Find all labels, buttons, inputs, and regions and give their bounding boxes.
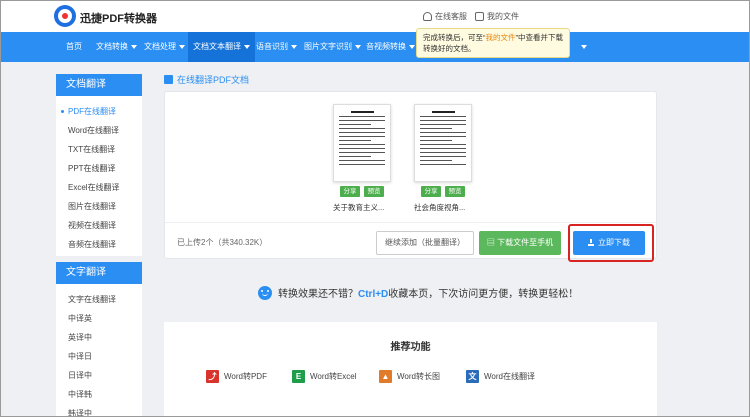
file-thumbnail[interactable] (414, 104, 472, 182)
online-service-label: 在线客服 (435, 12, 467, 21)
file-card: 分享 预览 关于教育主义... (333, 104, 391, 213)
headset-icon (423, 12, 432, 21)
recommend-word-to-image[interactable]: ▲ Word转长图 (379, 370, 440, 383)
divider (165, 222, 656, 223)
file-card: 分享 预览 社会角度视角... (414, 104, 472, 213)
sidebar-item-ko-zh[interactable]: 韩译中 (56, 404, 142, 417)
sidebar-item-ppt[interactable]: PPT在线翻译 (56, 159, 142, 178)
sidebar-item-video[interactable]: 视频在线翻译 (56, 216, 142, 235)
sidebar-item-en-zh[interactable]: 英译中 (56, 328, 142, 347)
online-service-link[interactable]: 在线客服 (423, 11, 467, 22)
recommend-title: 推荐功能 (390, 342, 431, 353)
page-title: 在线翻译PDF文档 (164, 73, 249, 86)
upload-summary: 已上传2个（共340.32K） (177, 238, 268, 247)
file-name: 社会角度视角... (414, 203, 466, 212)
recommend-word-translate[interactable]: 文 Word在线翻译 (466, 370, 535, 383)
sidebar-item-zh-ko[interactable]: 中译韩 (56, 385, 142, 404)
sidebar-item-word[interactable]: Word在线翻译 (56, 121, 142, 140)
my-files-link[interactable]: 我的文件 (475, 11, 519, 22)
pdf-icon: ⤴ (206, 370, 219, 383)
download-to-phone-button[interactable]: ▤ 下载文件至手机 (479, 231, 561, 255)
my-files-tooltip: 完成转换后，可至“我的文件”中查看并下载 转换好的文档。 (416, 28, 570, 58)
chevron-down-icon (131, 44, 137, 49)
excel-icon: E (292, 370, 305, 383)
nav-av-convert[interactable]: 音视频转换 (366, 32, 415, 62)
sidebar-heading-text: 文字翻译 (56, 262, 142, 284)
share-button[interactable]: 分享 (421, 186, 441, 197)
phone-icon: ▤ (486, 238, 498, 247)
file-icon (475, 12, 484, 21)
translate-icon: 文 (466, 370, 479, 383)
chevron-down-icon (244, 44, 250, 49)
recommend-section: 推荐功能 ⤴ Word转PDF E Word转Excel ▲ Word转长图 文… (164, 322, 657, 417)
my-files-label: 我的文件 (487, 12, 519, 21)
sidebar-doc-list: PDF在线翻译 Word在线翻译 TXT在线翻译 PPT在线翻译 Excel在线… (56, 96, 142, 256)
nav-doc-convert[interactable]: 文档转换 (96, 32, 137, 62)
sidebar-item-zh-ja[interactable]: 中译日 (56, 347, 142, 366)
file-thumbnail[interactable] (333, 104, 391, 182)
nav-ocr[interactable]: 图片文字识别 (304, 32, 361, 62)
sidebar-item-audio[interactable]: 音频在线翻译 (56, 235, 142, 254)
nav-doc-translate[interactable]: 文档文本翻译 (188, 32, 255, 62)
main-nav: 首页 文档转换 文档处理 文档文本翻译 语音识别 图片文字识别 音视频转换 (0, 32, 750, 62)
chevron-down-icon (291, 44, 297, 49)
sidebar-item-zh-en[interactable]: 中译英 (56, 309, 142, 328)
recommend-word-to-pdf[interactable]: ⤴ Word转PDF (206, 370, 267, 383)
chevron-down-icon (179, 44, 185, 49)
chevron-down-icon (581, 44, 587, 49)
sidebar-item-image[interactable]: 图片在线翻译 (56, 197, 142, 216)
bookmark-promo: 转换效果还不错？Ctrl+D收藏本页，下次访问更方便，转换更轻松！ (258, 285, 578, 300)
brand-logo-icon[interactable] (54, 5, 76, 27)
nav-voice[interactable]: 语音识别 (256, 32, 297, 62)
share-button[interactable]: 分享 (340, 186, 360, 197)
preview-button[interactable]: 预览 (445, 186, 465, 197)
preview-button[interactable]: 预览 (364, 186, 384, 197)
file-name: 关于教育主义... (333, 203, 385, 212)
smiley-icon (258, 285, 272, 300)
brand-name[interactable]: 迅捷PDF转换器 (80, 10, 157, 26)
document-icon (164, 75, 173, 84)
chevron-down-icon (355, 44, 361, 49)
nav-home[interactable]: 首页 (66, 32, 82, 62)
sidebar-item-text[interactable]: 文字在线翻译 (56, 290, 142, 309)
sidebar-item-txt[interactable]: TXT在线翻译 (56, 140, 142, 159)
sidebar-heading-doc: 文档翻译 (56, 74, 142, 96)
image-icon: ▲ (379, 370, 392, 383)
highlight-box (568, 224, 654, 262)
sidebar-item-ja-zh[interactable]: 日译中 (56, 366, 142, 385)
recommend-word-to-excel[interactable]: E Word转Excel (292, 370, 357, 383)
chevron-down-icon (409, 44, 415, 49)
nav-more[interactable] (578, 32, 587, 62)
sidebar-item-pdf[interactable]: PDF在线翻译 (56, 102, 142, 121)
sidebar-item-excel[interactable]: Excel在线翻译 (56, 178, 142, 197)
sidebar-text-list: 文字在线翻译 中译英 英译中 中译日 日译中 中译韩 韩译中 (56, 284, 142, 417)
nav-doc-process[interactable]: 文档处理 (144, 32, 185, 62)
continue-add-button[interactable]: 继续添加（批量翻译） (376, 231, 474, 255)
top-header: 迅捷PDF转换器 在线客服 我的文件 (0, 0, 750, 32)
